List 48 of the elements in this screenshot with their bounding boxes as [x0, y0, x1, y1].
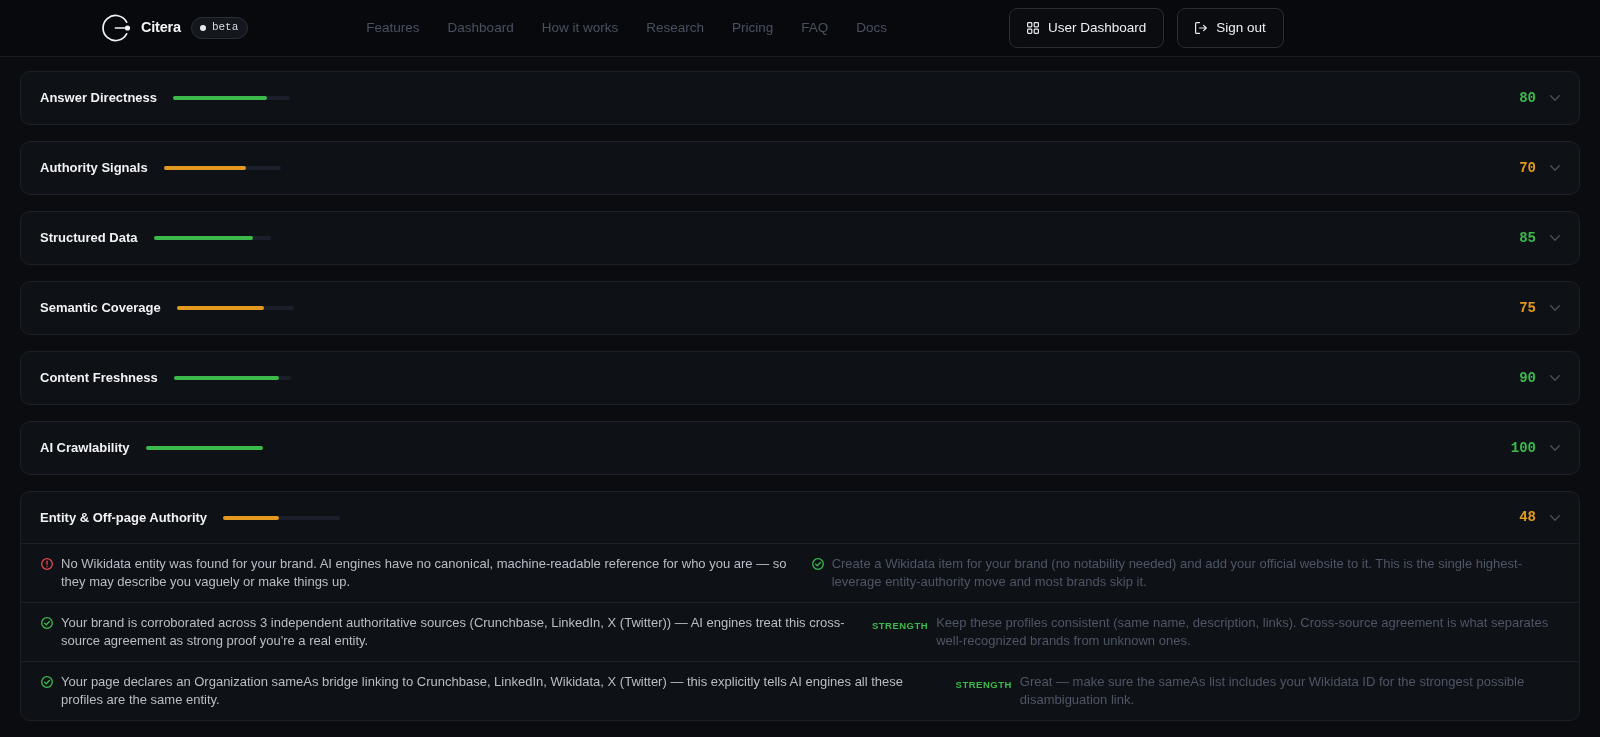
nav-link[interactable]: Research	[646, 17, 704, 39]
nav-link[interactable]: Docs	[856, 17, 887, 39]
category-title: Entity & Off-page Authority	[40, 508, 208, 527]
score-value: 70	[1519, 158, 1536, 178]
score-value: 90	[1519, 368, 1536, 388]
chevron-down-icon[interactable]	[1550, 445, 1560, 451]
nav-link[interactable]: How it works	[541, 17, 619, 39]
chevron-down-icon[interactable]	[1550, 305, 1560, 311]
strength-label: STRENGTH	[955, 678, 1012, 692]
nav-link[interactable]: FAQ	[801, 17, 829, 39]
chevron-down-icon[interactable]	[1550, 95, 1560, 101]
logo-icon[interactable]	[102, 14, 131, 42]
finding-text: No Wikidata entity was found for your brand. AI engines have no canonical, machine-readable reference for who you are — so they may describe you vaguely or make things up.	[61, 555, 788, 591]
category-title: Structured Data	[40, 229, 138, 248]
grid-icon	[1027, 22, 1039, 34]
strength-label: STRENGTH	[871, 619, 929, 633]
version-label: beta	[211, 20, 239, 36]
alert-icon	[41, 558, 53, 570]
category-title: Answer Directness	[40, 89, 158, 108]
chevron-down-icon[interactable]	[1550, 375, 1560, 381]
dot-icon	[199, 24, 206, 31]
score-value: 100	[1510, 438, 1536, 458]
recommendation-text: Create a Wikidata item for your brand (no notability needed) and add your official website to it. This is the single highest-leverage entity-authority move and most brands skip it.	[831, 555, 1523, 591]
score-value: 80	[1519, 88, 1536, 108]
recommendation-text: Keep these profiles consistent (same name, description, links). Cross-source agreement is what separates well-recognized brands from unknown ones.	[936, 614, 1550, 650]
category-title: AI Crawlability	[40, 439, 130, 458]
score-value: 75	[1519, 298, 1536, 318]
nav-link[interactable]: Dashboard	[447, 17, 514, 39]
check-circle-icon	[41, 617, 53, 629]
check-circle-icon	[41, 676, 53, 688]
recommendation-text: Great — make sure the sameAs list includes your Wikidata ID for the strongest possible disambiguation link.	[1019, 673, 1526, 709]
category-title: Content Freshness	[40, 369, 158, 388]
nav-link[interactable]: Features	[366, 17, 420, 39]
sign-out-button[interactable]: Sign out	[1177, 8, 1284, 48]
category-title: Authority Signals	[40, 159, 148, 178]
category-title: Semantic Coverage	[40, 299, 161, 318]
finding-text: Your page declares an Organization sameAs bridge linking to Crunchbase, LinkedIn, Wikidata, X (Twitter) — this explicitly tells AI engines all these profiles are the same entity.	[61, 673, 905, 709]
nav-link[interactable]: Pricing	[731, 17, 774, 39]
score-value: 48	[1519, 508, 1536, 527]
chevron-down-icon[interactable]	[1550, 235, 1560, 241]
chevron-down-icon[interactable]	[1550, 165, 1560, 171]
brand-name[interactable]: Citera	[141, 17, 181, 39]
finding-text: Your brand is corroborated across 3 independent authoritative sources (Crunchbase, LinkedIn, X (Twitter)) — AI engines treat this cross-source agreement as strong proof you're a real entity.	[61, 614, 846, 650]
sign-out-icon	[1195, 22, 1208, 34]
check-circle-icon	[811, 558, 824, 570]
score-value: 85	[1519, 228, 1536, 248]
chevron-down-icon[interactable]	[1550, 514, 1560, 521]
dashboard-button[interactable]: User Dashboard	[1009, 8, 1165, 48]
